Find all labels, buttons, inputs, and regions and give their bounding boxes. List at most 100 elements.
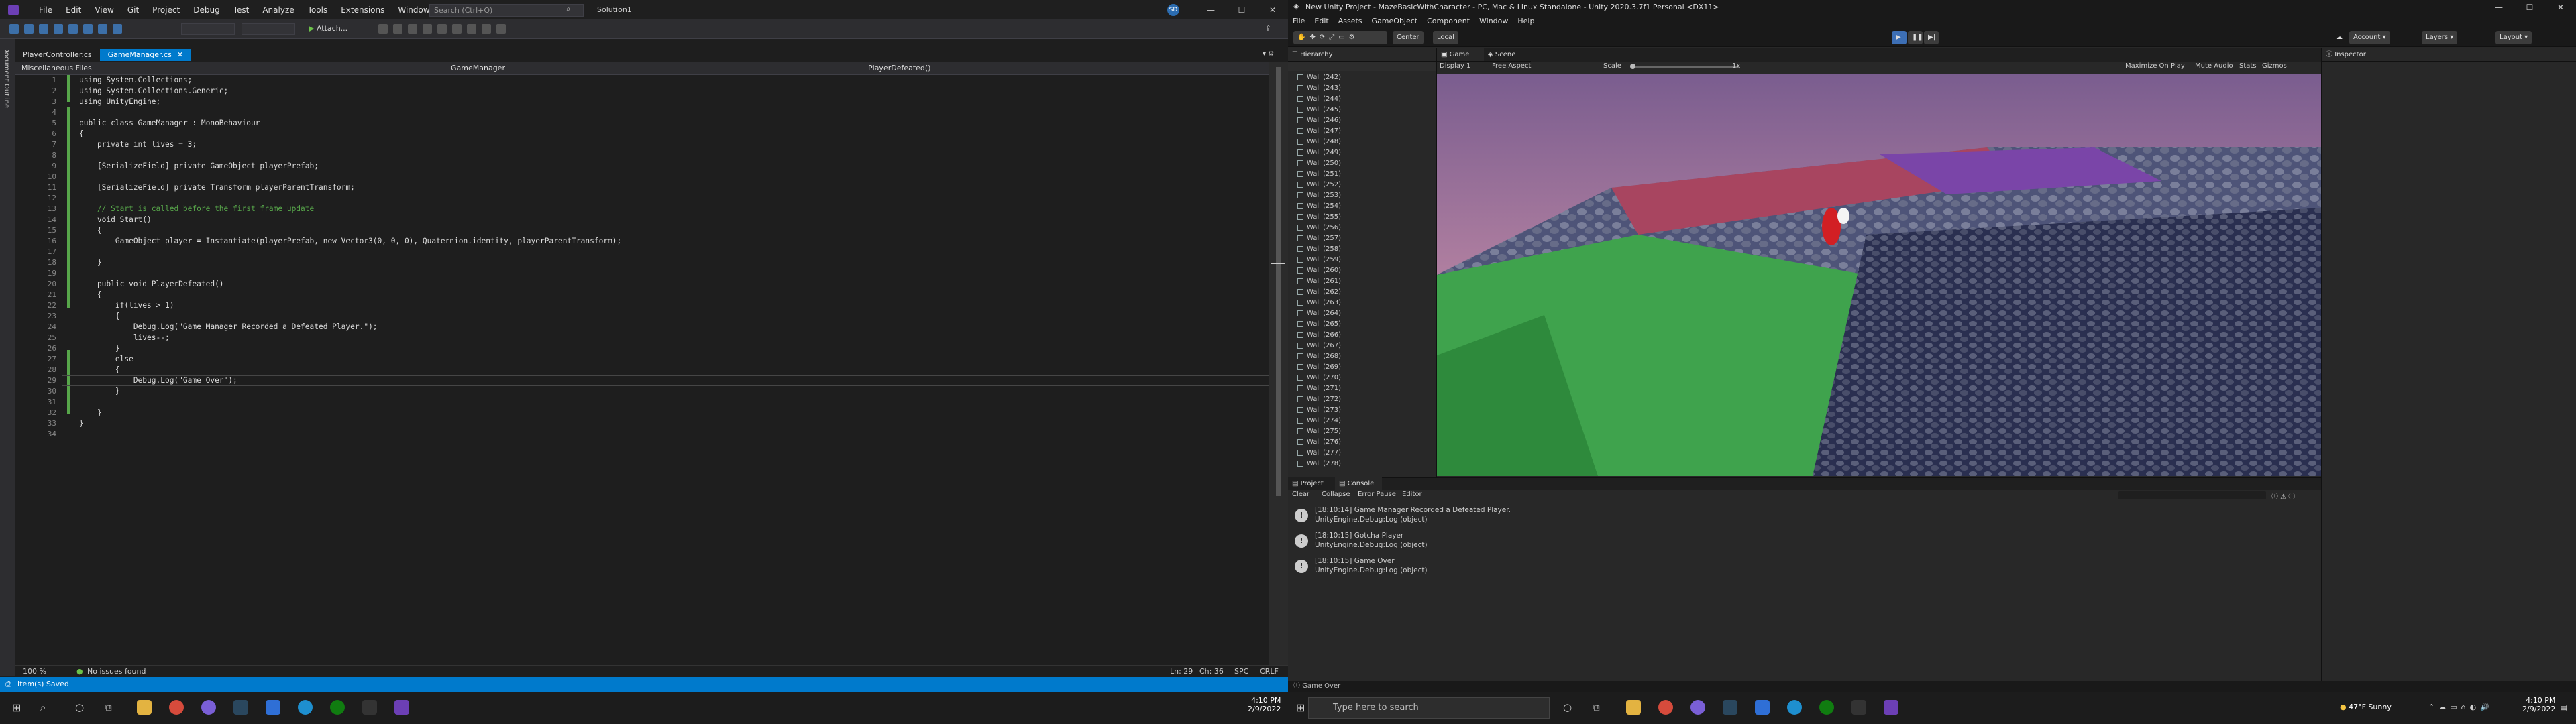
hierarchy-item[interactable]: Wall (259) (1297, 255, 1341, 265)
file-explorer-icon[interactable] (137, 700, 152, 715)
menu-git[interactable]: Git (121, 0, 146, 20)
platform-dropdown[interactable] (241, 23, 295, 35)
save-all-icon[interactable] (83, 24, 93, 34)
inspector-tab[interactable]: ⓘ Inspector (2322, 48, 2576, 62)
toolbar-icon[interactable] (467, 24, 476, 34)
toolbar-icon[interactable] (482, 24, 491, 34)
console-log-entry[interactable]: ! [18:10:14] Game Manager Recorded a Defe… (1288, 503, 2321, 529)
xbox-icon[interactable] (1819, 700, 1834, 715)
edge-icon[interactable] (298, 700, 313, 715)
hierarchy-item[interactable]: Wall (268) (1297, 351, 1341, 362)
editor-scrollbar[interactable] (1269, 62, 1288, 665)
left-clock[interactable]: 4:10 PM 2/9/2022 (1248, 696, 1281, 713)
maximize-icon[interactable]: ☐ (1226, 0, 1257, 20)
scale-slider-thumb[interactable] (1630, 64, 1635, 69)
chrome-profile-icon[interactable] (1690, 700, 1705, 715)
toolbar-icon[interactable] (378, 24, 388, 34)
vs-search-input[interactable]: Search (Ctrl+Q) (429, 4, 584, 17)
account-dropdown[interactable]: Account ▾ (2349, 31, 2390, 44)
hierarchy-item[interactable]: Wall (249) (1297, 147, 1341, 158)
global-local-toggle[interactable]: Local (1433, 31, 1458, 44)
unity-menu-assets[interactable]: Assets (1334, 15, 1367, 28)
hierarchy-item[interactable]: Wall (276) (1297, 437, 1341, 448)
collapse-toggle[interactable]: Collapse (1322, 491, 1350, 498)
new-file-icon[interactable] (39, 24, 48, 34)
hierarchy-item[interactable]: Wall (243) (1297, 83, 1341, 94)
unity-menu-gameobject[interactable]: GameObject (1367, 15, 1423, 28)
hierarchy-item[interactable]: Wall (275) (1297, 426, 1341, 437)
tab-player-controller[interactable]: PlayerController.cs (15, 49, 100, 61)
hierarchy-item[interactable]: Wall (254) (1297, 201, 1341, 212)
hierarchy-item[interactable]: Wall (256) (1297, 223, 1341, 233)
menu-test[interactable]: Test (227, 0, 256, 20)
menu-view[interactable]: View (88, 0, 120, 20)
cortana-icon[interactable]: ○ (1563, 701, 1572, 713)
display-dropdown[interactable]: Display 1 (1440, 62, 1470, 70)
avatar[interactable]: SD (1167, 4, 1179, 16)
back-icon[interactable] (9, 24, 19, 34)
close-tab-icon[interactable]: ✕ (177, 50, 183, 59)
log-counts[interactable]: ⓘ ⚠ ⓘ (2271, 491, 2295, 501)
mute-audio-toggle[interactable]: Mute Audio (2195, 62, 2233, 70)
tab-game[interactable]: ▣ Game (1437, 48, 1484, 62)
steam-icon[interactable] (233, 700, 248, 715)
unity-taskbar-icon[interactable] (1851, 700, 1866, 715)
tab-console[interactable]: ▤ Console (1335, 477, 1382, 491)
toolbar-icon[interactable] (408, 24, 417, 34)
gizmos-dropdown[interactable]: Gizmos (2262, 62, 2287, 70)
tab-project[interactable]: ▤ Project (1288, 477, 1335, 491)
menu-extensions[interactable]: Extensions (334, 0, 391, 20)
hierarchy-item[interactable]: Wall (258) (1297, 244, 1341, 255)
config-dropdown[interactable] (181, 23, 235, 35)
aspect-dropdown[interactable]: Free Aspect (1492, 62, 1531, 70)
hierarchy-item[interactable]: Wall (277) (1297, 448, 1341, 459)
tab-scene[interactable]: ◈ Scene (1484, 48, 1531, 62)
hierarchy-item[interactable]: Wall (251) (1297, 169, 1341, 180)
visual-studio-taskbar-icon[interactable] (394, 700, 409, 715)
minimize-icon[interactable]: — (2483, 0, 2514, 15)
hierarchy-item[interactable]: Wall (250) (1297, 158, 1341, 169)
hierarchy-item[interactable]: Wall (261) (1297, 276, 1341, 287)
notifications-icon[interactable]: ▤ (2560, 703, 2567, 712)
hierarchy-item[interactable]: Wall (242) (1297, 72, 1341, 83)
menu-analyze[interactable]: Analyze (256, 0, 301, 20)
pause-button[interactable]: ❚❚ (1908, 31, 1923, 44)
close-icon[interactable]: ✕ (1257, 0, 1288, 20)
document-outline-tab[interactable]: Document Outline (3, 47, 10, 108)
console-search-input[interactable] (2118, 491, 2266, 499)
unity-menu-help[interactable]: Help (1513, 15, 1539, 28)
hierarchy-item[interactable]: Wall (269) (1297, 362, 1341, 373)
menu-debug[interactable]: Debug (186, 0, 226, 20)
collab-icon[interactable]: ☁ (2332, 31, 2347, 44)
cortana-icon[interactable]: ○ (75, 701, 84, 713)
windows-start-icon[interactable]: ⊞ (1296, 701, 1305, 714)
clear-button[interactable]: Clear (1292, 491, 1309, 498)
app-icon[interactable] (266, 700, 280, 715)
bookmark-icon[interactable] (452, 24, 462, 34)
system-tray-icons[interactable]: ⌃☁▭⌂◐🔊 (2428, 703, 2493, 711)
right-clock[interactable]: 4:10 PM 2/9/2022 (2522, 696, 2555, 713)
windows-start-icon[interactable]: ⊞ (12, 701, 21, 714)
console-log-entry[interactable]: ! [18:10:15] Gotcha Player UnityEngine.Deb… (1288, 529, 2321, 554)
undo-icon[interactable] (98, 24, 107, 34)
layers-dropdown[interactable]: Layers ▾ (2422, 31, 2458, 44)
hierarchy-item[interactable]: Wall (278) (1297, 459, 1341, 469)
menu-edit[interactable]: Edit (59, 0, 88, 20)
unity-menu-edit[interactable]: Edit (1309, 15, 1333, 28)
forward-icon[interactable] (24, 24, 34, 34)
file-explorer-icon[interactable] (1626, 700, 1641, 715)
hierarchy-item[interactable]: Wall (267) (1297, 341, 1341, 351)
hierarchy-item[interactable]: Wall (245) (1297, 105, 1341, 115)
live-share-icon[interactable]: ⇪ (1265, 24, 1271, 33)
play-button[interactable]: ▶ (1892, 31, 1907, 44)
hierarchy-item[interactable]: Wall (257) (1297, 233, 1341, 244)
menu-tools[interactable]: Tools (301, 0, 335, 20)
hierarchy-item[interactable]: Wall (273) (1297, 405, 1341, 416)
toolbar-icon[interactable] (437, 24, 447, 34)
chrome-icon[interactable] (169, 700, 184, 715)
hierarchy-item[interactable]: Wall (247) (1297, 126, 1341, 137)
code-editor[interactable]: 1 2 3 4 5 6 7 8 9 10 11 12 13 14 15 16 17 18 19 20 21 22 23 24 2… (15, 75, 1269, 665)
hierarchy-item[interactable]: Wall (248) (1297, 137, 1341, 147)
console-log-entry[interactable]: ! [18:10:15] Game Over UnityEngine.Debug:L… (1288, 554, 2321, 580)
unity-taskbar-icon[interactable] (362, 700, 377, 715)
